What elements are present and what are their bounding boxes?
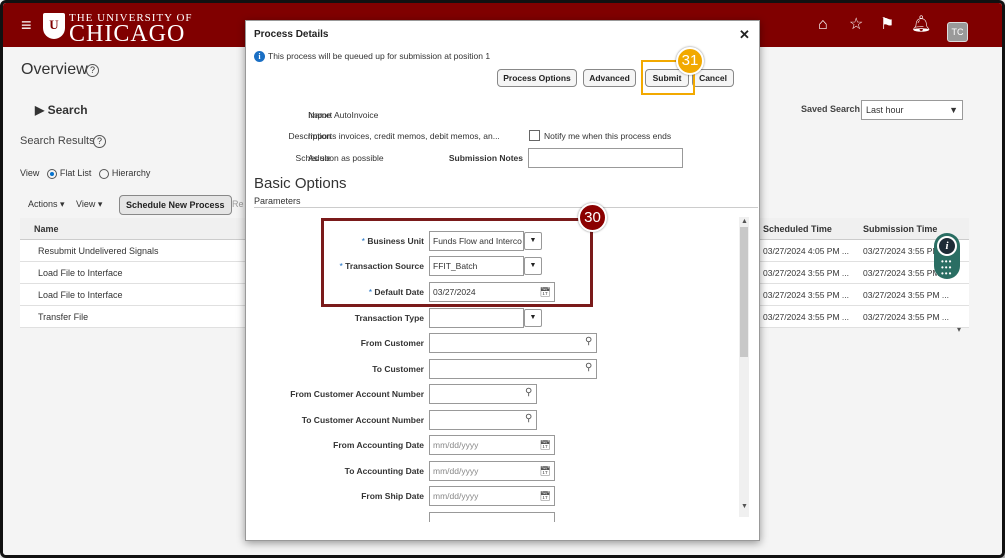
- schedule-value: As soon as possible: [308, 153, 384, 163]
- parameters-label: Parameters: [254, 196, 301, 206]
- close-icon[interactable]: ✕: [739, 27, 750, 43]
- column-header-scheduled-time[interactable]: Scheduled Time: [759, 218, 859, 239]
- results-table: Name Resubmit Undelivered Signals Load F…: [20, 218, 246, 328]
- divider: [254, 207, 758, 208]
- notify-checkbox[interactable]: [529, 130, 540, 141]
- transaction-type-label: Transaction Type: [354, 313, 424, 323]
- column-header-name[interactable]: Name: [20, 218, 246, 240]
- table-scroll-arrow-icon[interactable]: ▾: [957, 325, 961, 334]
- from-customer-account-label: From Customer Account Number: [290, 389, 424, 399]
- step-31-callout: 31: [676, 47, 704, 75]
- to-accounting-date-label: To Accounting Date: [344, 466, 424, 476]
- expand-triangle-icon: ▶: [35, 103, 48, 117]
- from-ship-date-label: From Ship Date: [361, 491, 424, 501]
- to-customer-label: To Customer: [372, 364, 424, 374]
- submission-notes-input[interactable]: [528, 148, 683, 168]
- from-accounting-date-input[interactable]: mm/dd/yyyy: [429, 435, 555, 455]
- submission-time-cell: 03/27/2024 3:55 PM ...: [863, 312, 950, 322]
- hierarchy-radio[interactable]: [98, 168, 109, 179]
- view-toggle: View Flat List Hierarchy: [20, 168, 150, 179]
- app-background: ≡ U THE UNIVERSITY OF CHICAGO ⌂ ☆ ⚑ 🔔︎ T…: [3, 3, 1002, 555]
- schedule-new-process-button[interactable]: Schedule New Process: [119, 195, 232, 215]
- actions-menu[interactable]: Actions ▾: [28, 199, 65, 210]
- table-row[interactable]: Load File to Interface: [20, 262, 246, 284]
- from-ship-date-input[interactable]: mm/dd/yyyy: [429, 486, 555, 506]
- view-menu[interactable]: View ▾: [76, 199, 102, 210]
- scheduled-time-cell: 03/27/2024 3:55 PM ...: [763, 312, 850, 322]
- search-icon[interactable]: ⚲: [525, 387, 532, 398]
- table-row[interactable]: Transfer File: [20, 306, 246, 328]
- search-heading: Search: [47, 103, 88, 117]
- table-row[interactable]: Load File to Interface: [20, 284, 246, 306]
- home-icon[interactable]: ⌂: [818, 17, 828, 33]
- search-icon[interactable]: ⚲: [585, 362, 592, 373]
- name-value: Import AutoInvoice: [308, 110, 379, 120]
- logo-main-text: CHICAGO: [69, 21, 186, 47]
- description-value: Imports invoices, credit memos, debit me…: [308, 131, 500, 141]
- calendar-icon[interactable]: 📅︎: [538, 464, 552, 478]
- to-customer-account-input[interactable]: [429, 410, 537, 430]
- scroll-down-icon[interactable]: ▼: [741, 503, 748, 510]
- table-row[interactable]: 03/27/2024 3:55 PM ... 03/27/2024 3:55 PM…: [759, 306, 969, 328]
- flat-list-radio[interactable]: [46, 168, 57, 179]
- search-icon[interactable]: ⚲: [585, 336, 592, 347]
- dialog-title: Process Details: [254, 29, 329, 40]
- flag-icon[interactable]: ⚑: [880, 17, 894, 33]
- queue-info-message: i This process will be queued up for subm…: [254, 51, 490, 62]
- from-customer-input[interactable]: [429, 333, 597, 353]
- bell-icon[interactable]: 🔔︎: [911, 17, 931, 33]
- saved-search-label: Saved Search: [801, 104, 861, 114]
- calendar-icon[interactable]: 📅︎: [538, 489, 552, 503]
- from-accounting-date-label: From Accounting Date: [333, 440, 424, 450]
- queue-info-text: This process will be queued up for submi…: [268, 51, 491, 61]
- scroll-up-icon[interactable]: ▲: [741, 218, 748, 225]
- star-icon[interactable]: ☆: [849, 17, 863, 33]
- search-section-toggle[interactable]: ▶ Search: [35, 103, 88, 117]
- user-avatar[interactable]: TC: [947, 22, 968, 42]
- truncated-button[interactable]: Re: [232, 199, 244, 209]
- help-icon[interactable]: ?: [93, 135, 106, 148]
- calendar-icon[interactable]: 📅︎: [538, 438, 552, 452]
- scheduled-time-cell: 03/27/2024 3:55 PM ...: [763, 268, 850, 278]
- flat-list-label: Flat List: [59, 168, 92, 178]
- to-customer-input[interactable]: [429, 359, 597, 379]
- step-30-callout: 30: [578, 203, 607, 232]
- info-icon: i: [937, 236, 957, 256]
- window-frame: ≡ U THE UNIVERSITY OF CHICAGO ⌂ ☆ ⚑ 🔔︎ T…: [0, 0, 1005, 558]
- from-customer-label: From Customer: [360, 338, 424, 348]
- menu-icon[interactable]: ≡: [21, 16, 32, 34]
- search-results-heading: Search Results: [20, 135, 95, 147]
- chevron-down-icon: ▼: [949, 105, 958, 115]
- next-field-partial: [429, 512, 555, 522]
- page-title: Overview: [21, 61, 88, 78]
- advanced-button[interactable]: Advanced: [583, 69, 636, 87]
- to-customer-account-label: To Customer Account Number: [301, 415, 424, 425]
- from-customer-account-input[interactable]: [429, 384, 537, 404]
- view-label: View: [20, 168, 40, 178]
- info-icon: i: [254, 51, 265, 62]
- submission-time-cell: 03/27/2024 3:55 PM ...: [863, 290, 950, 300]
- saved-search-select[interactable]: Last hour ▼: [861, 100, 963, 120]
- process-options-button[interactable]: Process Options: [497, 69, 577, 87]
- search-icon[interactable]: ⚲: [525, 413, 532, 424]
- scheduled-time-cell: 03/27/2024 4:05 PM ...: [763, 246, 850, 256]
- guided-help-widget[interactable]: i ••• ••• •••: [934, 233, 960, 279]
- scrollbar-thumb[interactable]: [740, 227, 748, 357]
- required-fields-highlight-box: [321, 218, 593, 307]
- table-row[interactable]: Resubmit Undelivered Signals: [20, 240, 246, 262]
- university-crest-logo: U: [43, 13, 65, 39]
- to-accounting-date-input[interactable]: mm/dd/yyyy: [429, 461, 555, 481]
- submission-notes-label: Submission Notes: [448, 153, 523, 163]
- hierarchy-label: Hierarchy: [111, 168, 151, 178]
- notify-label: Notify me when this process ends: [544, 131, 672, 141]
- basic-options-heading: Basic Options: [254, 175, 347, 192]
- transaction-type-input[interactable]: [429, 308, 524, 328]
- keypad-icon: ••• ••• •••: [941, 257, 953, 278]
- table-row[interactable]: 03/27/2024 3:55 PM ... 03/27/2024 3:55 PM…: [759, 284, 969, 306]
- saved-search-value: Last hour: [866, 105, 904, 115]
- help-icon[interactable]: ?: [86, 64, 99, 77]
- scheduled-time-cell: 03/27/2024 3:55 PM ...: [763, 290, 850, 300]
- chevron-down-icon[interactable]: ▼: [524, 309, 542, 327]
